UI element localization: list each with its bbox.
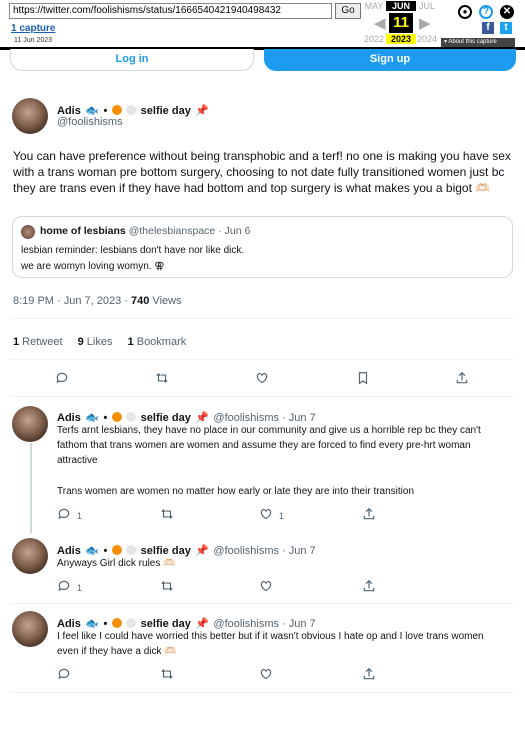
likes-stat[interactable]: 9 Likes — [78, 336, 113, 348]
tweet-meta: 8:19 PM · Jun 7, 2023 · 740 Views — [13, 295, 182, 307]
orange-heart-icon — [111, 545, 122, 555]
quoted-text-line2: we are womyn loving womyn. ⚢ — [21, 261, 165, 272]
captures-link[interactable]: 1 capture — [11, 23, 55, 34]
avatar[interactable] — [12, 98, 48, 134]
divider — [10, 318, 515, 319]
reply-text: Terfs arnt lesbians, they have no place … — [57, 425, 481, 466]
year-prev[interactable]: 2022 — [359, 34, 389, 44]
quoted-header: home of lesbians @thelesbianspace · Jun … — [40, 225, 250, 237]
quoted-name: home of lesbians — [40, 225, 126, 237]
reply-count: 1 — [77, 511, 83, 521]
share-icon[interactable] — [362, 507, 376, 521]
orange-heart-icon — [111, 618, 122, 628]
author-handle[interactable]: @foolishisms — [57, 116, 123, 128]
twitter-share-icon[interactable]: t — [500, 22, 512, 34]
divider — [10, 692, 515, 693]
retweet-icon[interactable] — [160, 667, 174, 681]
login-button[interactable]: Log in — [10, 49, 254, 71]
share-icon[interactable] — [362, 667, 376, 681]
divider — [10, 396, 515, 397]
tweet-stats: 1 Retweet 9 Likes 1 Bookmark — [13, 336, 186, 348]
retweet-icon[interactable] — [155, 371, 169, 385]
like-icon[interactable] — [259, 507, 273, 521]
capture-date: 11 Jun 2023 — [14, 37, 53, 44]
help-icon[interactable]: ? — [479, 5, 493, 19]
reply-text: I feel like I could have worried this be… — [57, 631, 484, 657]
quoted-date: · Jun 6 — [218, 225, 251, 237]
name-suffix: selfie day — [140, 105, 191, 117]
tweet-time[interactable]: 8:19 PM · Jun 7, 2023 · — [13, 295, 131, 307]
quoted-handle: @thelesbianspace — [128, 225, 216, 237]
retweets-stat[interactable]: 1 Retweet — [13, 336, 63, 348]
share-icon[interactable] — [362, 579, 376, 593]
tweet-text: You can have preference without being tr… — [13, 149, 511, 195]
reply-count: 1 — [77, 583, 83, 593]
like-icon[interactable] — [255, 371, 269, 385]
orange-heart-icon — [111, 412, 122, 422]
white-heart-icon — [126, 105, 137, 115]
reply-avatar[interactable] — [12, 611, 48, 647]
wayback-url-input[interactable]: https://twitter.com/foolishisms/status/1… — [9, 3, 332, 19]
reply-icon[interactable] — [55, 371, 69, 385]
reply-icon[interactable] — [57, 667, 71, 681]
like-icon[interactable] — [259, 579, 273, 593]
about-capture-button[interactable]: ▾ About this capture — [441, 38, 515, 47]
share-icon[interactable] — [455, 371, 469, 385]
reply-avatar[interactable] — [12, 538, 48, 574]
like-icon[interactable] — [259, 667, 273, 681]
like-count: 1 — [279, 511, 285, 521]
divider — [10, 359, 515, 360]
reply-text: Anyways Girl dick rules 🫶🏻 — [57, 558, 176, 569]
white-heart-icon — [126, 618, 137, 628]
wayback-toolbar: https://twitter.com/foolishisms/status/1… — [0, 0, 525, 50]
bookmark-icon[interactable] — [356, 371, 370, 385]
year-next[interactable]: 2024 — [412, 34, 442, 44]
facebook-icon[interactable]: f — [482, 22, 494, 34]
auth-bar: Log in Sign up — [10, 49, 516, 73]
bookmarks-stat[interactable]: 1 Bookmark — [128, 336, 187, 348]
retweet-icon[interactable] — [160, 507, 174, 521]
reply-icon[interactable] — [57, 507, 71, 521]
next-arrow-icon[interactable]: ▶ — [419, 14, 431, 32]
day-current: 11 — [389, 13, 413, 33]
signup-button[interactable]: Sign up — [264, 49, 516, 71]
month-next[interactable]: JUL — [412, 1, 442, 11]
thread-connector — [30, 443, 32, 533]
reply-text: Trans women are women no matter how earl… — [57, 486, 415, 497]
quoted-tweet[interactable]: home of lesbians @thelesbianspace · Jun … — [12, 216, 513, 278]
views-label: Views — [149, 295, 182, 307]
pin-icon: 📌 — [195, 105, 209, 117]
retweet-icon[interactable] — [160, 579, 174, 593]
close-icon[interactable]: ✕ — [500, 5, 514, 19]
reply-avatar[interactable] — [12, 406, 48, 442]
white-heart-icon — [126, 412, 137, 422]
divider — [10, 603, 515, 604]
orange-heart-icon — [111, 105, 122, 115]
wayback-go-button[interactable]: Go — [335, 3, 361, 19]
month-prev[interactable]: MAY — [359, 1, 389, 11]
prev-arrow-icon[interactable]: ◀ — [374, 14, 386, 32]
quoted-avatar — [21, 225, 35, 239]
views-count: 740 — [131, 295, 150, 307]
reply-icon[interactable] — [57, 579, 71, 593]
user-icon[interactable]: ● — [458, 5, 472, 19]
white-heart-icon — [126, 545, 137, 555]
quoted-text-line1: lesbian reminder: lesbians don't have no… — [21, 245, 245, 256]
